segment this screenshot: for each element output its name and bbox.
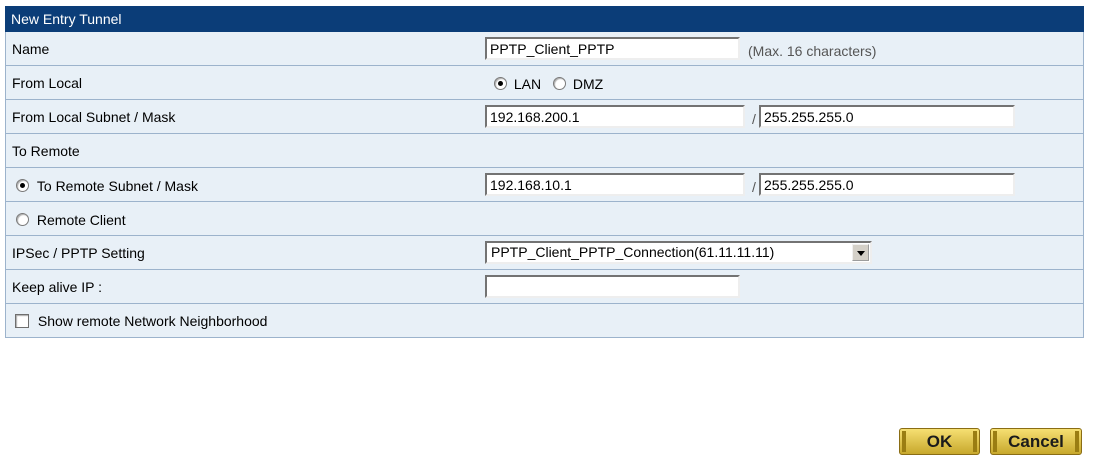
name-label: Name xyxy=(12,41,50,57)
row-show-neighborhood: Show remote Network Neighborhood xyxy=(5,304,1084,338)
form-title: New Entry Tunnel xyxy=(5,6,1084,32)
show-neighborhood-label: Show remote Network Neighborhood xyxy=(37,313,268,329)
chevron-down-icon[interactable] xyxy=(852,244,869,261)
row-to-remote: To Remote xyxy=(5,134,1084,168)
row-from-local: From Local LAN DMZ xyxy=(5,66,1084,100)
from-local-options: LAN DMZ xyxy=(494,66,603,102)
row-keep-alive: Keep alive IP : xyxy=(5,270,1084,304)
dmz-radio[interactable] xyxy=(553,77,567,90)
cancel-button[interactable]: Cancel xyxy=(990,428,1082,455)
name-input[interactable] xyxy=(485,37,740,60)
tunnel-form: New Entry Tunnel Name (Max. 16 character… xyxy=(5,6,1084,338)
to-remote-subnet-radio[interactable] xyxy=(16,179,29,192)
row-ipsec-pptp: IPSec / PPTP Setting PPTP_Client_PPTP_Co… xyxy=(5,236,1084,270)
ipsec-pptp-select[interactable]: PPTP_Client_PPTP_Connection(61.11.11.11) xyxy=(485,241,872,264)
from-local-subnet-label: From Local Subnet / Mask xyxy=(12,109,176,125)
from-local-slash: / xyxy=(752,111,756,127)
ok-button[interactable]: OK xyxy=(899,428,980,455)
lan-radio[interactable] xyxy=(494,77,507,90)
remote-client-option: Remote Client xyxy=(16,202,126,238)
keep-alive-label: Keep alive IP : xyxy=(12,279,103,295)
to-remote-subnet-input[interactable] xyxy=(485,173,745,196)
show-neighborhood-checkbox[interactable] xyxy=(15,314,29,328)
ipsec-pptp-label: IPSec / PPTP Setting xyxy=(12,245,145,261)
row-from-local-subnet: From Local Subnet / Mask / xyxy=(5,100,1084,134)
to-remote-label: To Remote xyxy=(12,143,80,159)
to-remote-subnet-option: To Remote Subnet / Mask xyxy=(16,168,198,204)
from-local-label: From Local xyxy=(12,75,83,91)
row-name: Name (Max. 16 characters) xyxy=(5,32,1084,66)
from-local-subnet-input[interactable] xyxy=(485,105,745,128)
to-remote-mask-input[interactable] xyxy=(759,173,1015,196)
from-local-mask-input[interactable] xyxy=(759,105,1015,128)
remote-client-radio[interactable] xyxy=(16,213,29,226)
row-remote-client: Remote Client xyxy=(5,202,1084,236)
row-to-remote-subnet: To Remote Subnet / Mask / xyxy=(5,168,1084,202)
name-hint: (Max. 16 characters) xyxy=(748,43,877,59)
show-neighborhood-option: Show remote Network Neighborhood xyxy=(15,304,267,338)
ipsec-pptp-value: PPTP_Client_PPTP_Connection(61.11.11.11) xyxy=(491,244,775,260)
to-remote-subnet-label: To Remote Subnet / Mask xyxy=(36,178,198,194)
remote-client-label: Remote Client xyxy=(36,212,126,228)
lan-label: LAN xyxy=(513,76,542,92)
to-remote-slash: / xyxy=(752,179,756,195)
dmz-label: DMZ xyxy=(572,76,604,92)
keep-alive-input[interactable] xyxy=(485,275,740,298)
